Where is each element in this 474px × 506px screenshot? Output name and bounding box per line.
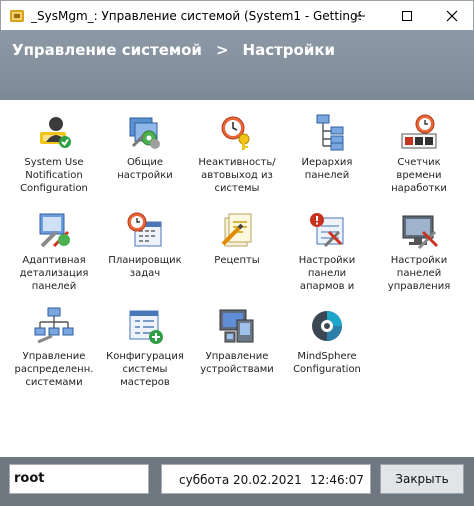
- tile-device-management[interactable]: Управление устройствами: [191, 306, 283, 376]
- tile-runtime-counter[interactable]: Счетчик времени наработки: [373, 112, 465, 195]
- tile-label: Адаптивная детализация панелей: [19, 255, 89, 292]
- minimize-icon: [355, 15, 365, 17]
- general-settings-icon: [129, 117, 160, 149]
- recipes-icon: [221, 213, 252, 247]
- tile-control-panel-settings[interactable]: Настройки панелей управления: [373, 210, 465, 293]
- tile-label: Иерархия панелей: [301, 157, 353, 181]
- time-text: 12:46:07: [310, 473, 364, 487]
- app-icon: [10, 10, 24, 22]
- maximize-icon: [402, 11, 412, 21]
- tile-label: Настройки панели апармов и: [298, 255, 356, 292]
- close-button[interactable]: Закрыть: [380, 464, 464, 494]
- tile-label: Счетчик времени наработки: [391, 157, 447, 194]
- tile-panel-hierarchy[interactable]: Иерархия панелей: [281, 112, 373, 182]
- tile-inactivity-logout[interactable]: Неактивность/ автовыход из системы: [191, 112, 283, 195]
- tile-master-configuration[interactable]: Конфигурация системы мастеров: [99, 306, 191, 389]
- window-title: _SysMgm_: Управление системой (System1 -…: [31, 9, 361, 23]
- page-header: Управление системой > Настройки: [0, 30, 474, 100]
- alarm-panel-settings-icon: [310, 213, 344, 248]
- panel-hierarchy-icon: [316, 114, 344, 151]
- inactivity-logout-icon: [221, 116, 250, 150]
- tile-label: Общие настройки: [117, 157, 173, 181]
- tile-label: Настройки панелей управления: [387, 255, 451, 292]
- tile-recipes[interactable]: Рецепты: [191, 210, 283, 267]
- tile-task-scheduler[interactable]: Планировщик задач: [99, 210, 191, 280]
- tile-general-settings[interactable]: Общие настройки: [99, 112, 191, 182]
- breadcrumb: Управление системой > Настройки: [12, 41, 335, 59]
- distributed-systems-icon: [34, 307, 74, 344]
- close-icon: [446, 10, 458, 22]
- task-scheduler-icon: [127, 212, 162, 247]
- minimize-button[interactable]: [337, 1, 383, 31]
- tile-label: MindSphere Configuration: [293, 351, 361, 375]
- tile-adaptive-panel[interactable]: Адаптивная детализация панелей: [8, 210, 100, 293]
- tile-label: Конфигурация системы мастеров: [106, 351, 184, 388]
- settings-grid: System Use Notification Configuration Об…: [0, 100, 474, 457]
- adaptive-panel-icon: [39, 213, 70, 248]
- tile-mindsphere[interactable]: MindSphere Configuration: [281, 306, 373, 376]
- master-configuration-icon: [129, 310, 163, 344]
- date-text: суббота 20.02.2021: [179, 473, 302, 487]
- breadcrumb-separator: >: [215, 41, 229, 59]
- tile-label: Рецепты: [214, 255, 260, 266]
- close-window-button[interactable]: [429, 1, 474, 31]
- system-use-notification-icon: [40, 117, 71, 148]
- tile-system-use-notification[interactable]: System Use Notification Configuration: [8, 112, 100, 195]
- control-panel-settings-icon: [402, 215, 439, 250]
- current-user-field: root: [9, 464, 149, 494]
- tile-label: Неактивность/ автовыход из системы: [198, 157, 276, 194]
- maximize-button[interactable]: [384, 1, 430, 31]
- tile-distributed-systems[interactable]: Управление распределенн. системами: [8, 306, 100, 389]
- tile-label: System Use Notification Configuration: [20, 157, 88, 194]
- tile-label: Управление устройствами: [200, 351, 274, 375]
- status-footer: root суббота 20.02.2021 12:46:07 Закрыть: [0, 457, 474, 506]
- tile-label: Планировщик задач: [108, 255, 182, 279]
- datetime-display: суббота 20.02.2021 12:46:07: [161, 464, 371, 494]
- tile-label: Управление распределенн. системами: [14, 351, 94, 388]
- runtime-counter-icon: [401, 114, 437, 149]
- mindsphere-icon: [312, 311, 342, 341]
- tile-alarm-panel-settings[interactable]: Настройки панели апармов и: [281, 210, 373, 293]
- window-titlebar[interactable]: _SysMgm_: Управление системой (System1 -…: [0, 0, 474, 30]
- breadcrumb-current: Настройки: [242, 41, 336, 59]
- device-management-icon: [219, 309, 254, 343]
- breadcrumb-root[interactable]: Управление системой: [12, 41, 202, 59]
